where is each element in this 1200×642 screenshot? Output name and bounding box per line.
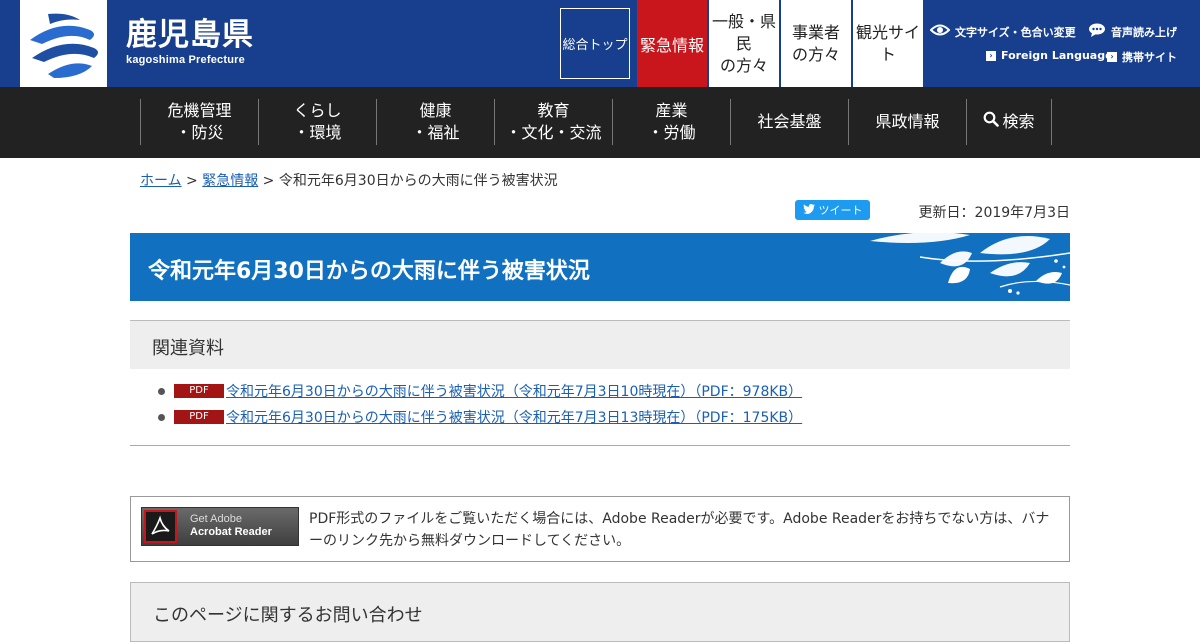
tweet-button[interactable]: ツイート xyxy=(795,200,870,220)
emergency-info-link[interactable]: 緊急情報 xyxy=(637,0,707,87)
voice-label: 音声読み上げ xyxy=(1111,25,1177,39)
adobe-description: PDF形式のファイルをご覧いただく場合には、Adobe Readerが必要です。… xyxy=(309,511,1050,549)
chevron-right-icon: › xyxy=(986,50,996,61)
gnav-label: 健康 ・福祉 xyxy=(411,101,460,142)
contact-heading: このページに関するお問い合わせ xyxy=(153,605,423,626)
gnav-label: 産業 ・労働 xyxy=(647,101,696,142)
list-item: PDF 令和元年6月30日からの大雨に伴う被害状況（令和元年7月3日13時現在）… xyxy=(158,407,802,427)
gnav-crisis-management[interactable]: 危機管理 ・防災 xyxy=(140,99,258,145)
list-item: PDF 令和元年6月30日からの大雨に伴う被害状況（令和元年7月3日10時現在）… xyxy=(158,381,802,401)
adobe-reader-notice: Get Adobe Acrobat Reader PDF形式のファイルをご覧いた… xyxy=(130,496,1070,562)
page-title: 令和元年6月30日からの大雨に伴う被害状況 xyxy=(148,259,590,284)
related-docs-heading-text: 関連資料 xyxy=(152,338,224,359)
adobe-reader-banner[interactable]: Get Adobe Acrobat Reader xyxy=(141,507,299,546)
mobile-site-label: 携帯サイト xyxy=(1122,51,1177,64)
adobe-banner-line1: Get Adobe xyxy=(190,513,242,525)
gnav-label: 教育 ・文化・交流 xyxy=(505,101,602,142)
gnav-health[interactable]: 健康 ・福祉 xyxy=(376,99,494,145)
foreign-language-link[interactable]: › Foreign Language xyxy=(986,49,1113,62)
site-header: 鹿児島県 kagoshima Prefecture 総合トップ 緊急情報 一般・… xyxy=(0,0,1200,87)
breadcrumb-emergency-link[interactable]: 緊急情報 xyxy=(202,173,258,189)
acrobat-icon xyxy=(144,510,177,543)
breadcrumb-current: 令和元年6月30日からの大雨に伴う被害状況 xyxy=(278,173,558,189)
pdf-badge: PDF xyxy=(174,384,224,398)
gnav-label: 検索 xyxy=(1002,112,1035,131)
general-top-label: 総合トップ xyxy=(562,38,628,53)
pdf-link[interactable]: 令和元年6月30日からの大雨に伴う被害状況（令和元年7月3日13時現在）（PDF… xyxy=(226,407,802,427)
contact-section: このページに関するお問い合わせ xyxy=(130,582,1070,642)
font-color-settings-link[interactable]: 文字サイズ・色合い変更 xyxy=(929,23,1076,40)
breadcrumb-home-link[interactable]: ホーム xyxy=(140,173,182,189)
page-title-banner: 令和元年6月30日からの大雨に伴う被害状況 xyxy=(130,233,1070,301)
gnav-industry[interactable]: 産業 ・労働 xyxy=(612,99,730,145)
prefecture-logo-icon[interactable] xyxy=(20,0,107,87)
gnav-search[interactable]: 検索 xyxy=(966,99,1052,145)
business-link[interactable]: 事業者 の方々 xyxy=(781,0,851,87)
font-color-label: 文字サイズ・色合い変更 xyxy=(955,25,1076,39)
gnav-label: くらし ・環境 xyxy=(293,101,342,142)
bullet-icon xyxy=(158,387,165,395)
gnav-label: 危機管理 ・防災 xyxy=(167,101,232,142)
mobile-site-link[interactable]: › 携帯サイト xyxy=(1107,49,1177,65)
residents-link[interactable]: 一般・県民の方々 xyxy=(709,0,779,87)
voice-reading-link[interactable]: 音声読み上げ xyxy=(1088,23,1177,40)
pdf-badge: PDF xyxy=(174,410,224,424)
gnav-education[interactable]: 教育 ・文化・交流 xyxy=(494,99,612,145)
adobe-banner-line2: Acrobat Reader xyxy=(190,526,272,538)
gnav-label: 県政情報 xyxy=(875,112,940,131)
search-icon xyxy=(983,111,1000,133)
eye-gear-icon xyxy=(929,23,951,40)
gnav-infrastructure[interactable]: 社会基盤 xyxy=(730,99,848,145)
emergency-info-label: 緊急情報 xyxy=(639,35,704,55)
gnav-prefectural-admin[interactable]: 県政情報 xyxy=(848,99,966,145)
section-divider xyxy=(130,445,1070,446)
foreign-language-label: Foreign Language xyxy=(1001,49,1113,62)
site-name-en: kagoshima Prefecture xyxy=(126,54,245,66)
tourism-label: 観光サイト xyxy=(855,22,920,64)
leaf-decoration-icon xyxy=(870,233,1070,295)
global-nav: 危機管理 ・防災 くらし ・環境 健康 ・福祉 教育 ・文化・交流 産業 ・労働 社会基盤… xyxy=(0,87,1200,158)
breadcrumb-separator: > xyxy=(181,173,203,189)
gnav-label: 社会基盤 xyxy=(757,112,822,131)
related-docs-heading: 関連資料 xyxy=(130,320,1070,369)
tweet-label: ツイート xyxy=(818,204,863,217)
site-name-jp: 鹿児島県 xyxy=(126,17,254,53)
breadcrumb: ホーム > 緊急情報 > 令和元年6月30日からの大雨に伴う被害状況 xyxy=(140,170,558,190)
speech-bubble-icon xyxy=(1088,23,1106,40)
chevron-right-icon: › xyxy=(1107,52,1117,62)
updated-date: 更新日：2019年7月3日 xyxy=(918,205,1070,221)
twitter-bird-icon xyxy=(802,203,815,217)
general-top-link[interactable]: 総合トップ xyxy=(560,8,630,79)
gnav-living[interactable]: くらし ・環境 xyxy=(258,99,376,145)
site-logo-text[interactable]: 鹿児島県 kagoshima Prefecture xyxy=(126,16,254,66)
tourism-link[interactable]: 観光サイト xyxy=(853,0,923,87)
business-label: 事業者 の方々 xyxy=(791,22,840,64)
pdf-link[interactable]: 令和元年6月30日からの大雨に伴う被害状況（令和元年7月3日10時現在）（PDF… xyxy=(226,381,802,401)
breadcrumb-separator: > xyxy=(258,173,279,189)
residents-label: 一般・県民の方々 xyxy=(711,11,776,75)
adobe-banner-text: Get Adobe Acrobat Reader xyxy=(190,513,272,539)
bullet-icon xyxy=(158,413,165,421)
